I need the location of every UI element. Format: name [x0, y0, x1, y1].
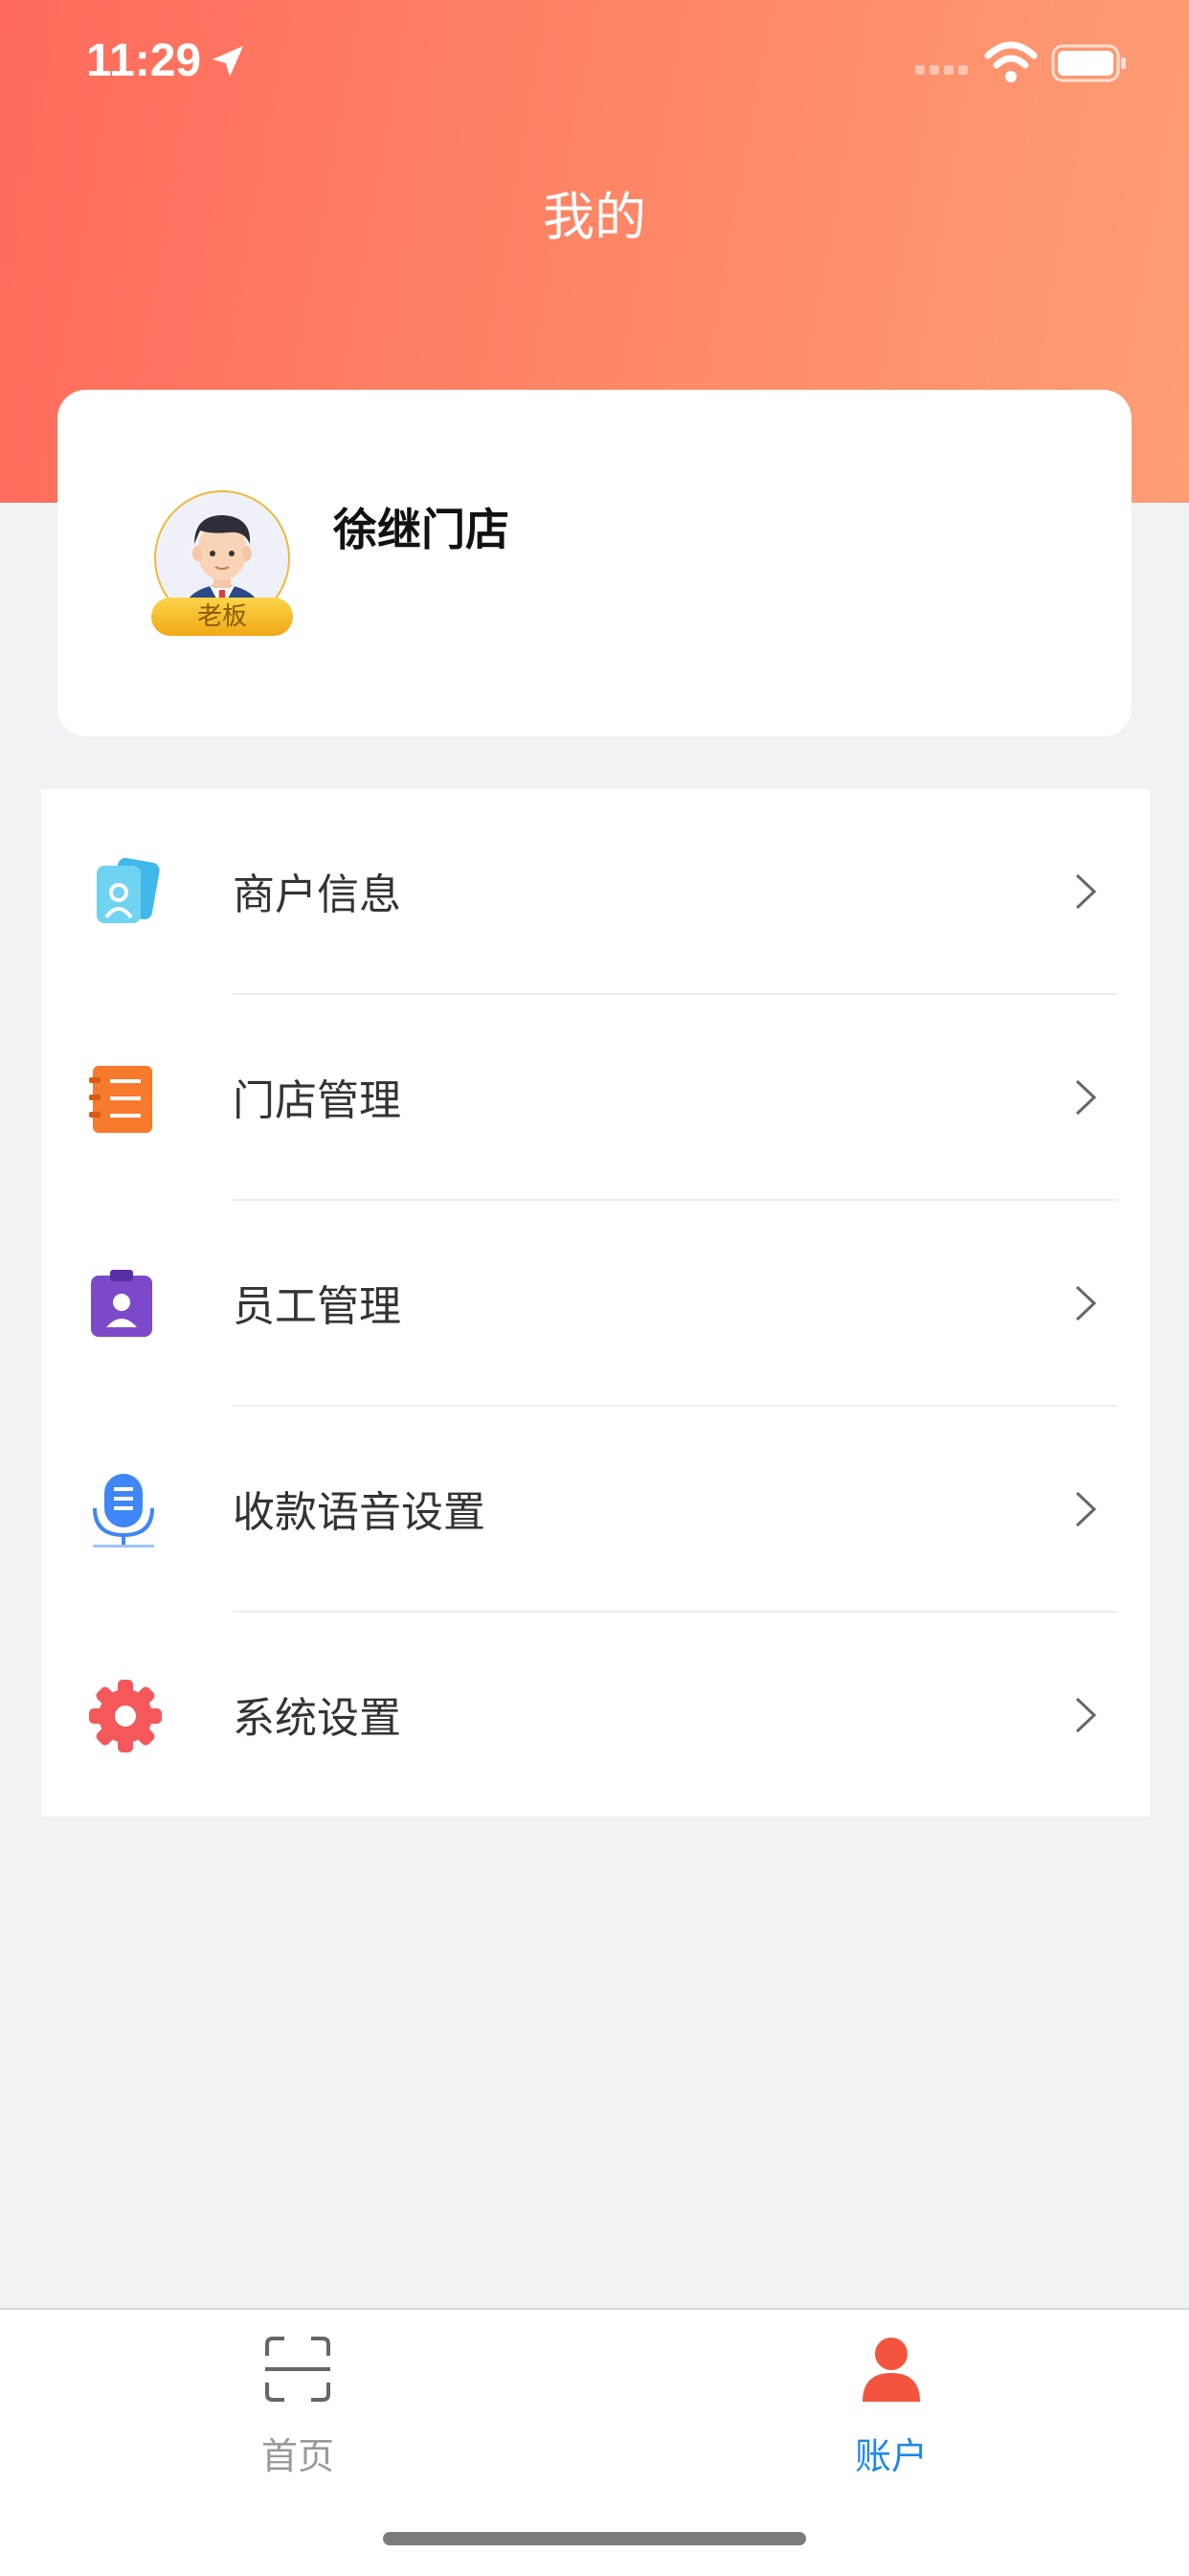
- chevron-right-icon: [1075, 1491, 1097, 1527]
- user-icon: [863, 2338, 920, 2402]
- menu-item-label: 商户信息: [233, 870, 401, 919]
- avatar[interactable]: 老板: [151, 490, 295, 645]
- chevron-right-icon: [1075, 1285, 1097, 1322]
- gear-icon: [89, 1680, 162, 1752]
- chevron-right-icon: [1075, 1697, 1097, 1733]
- menu-item-store-management[interactable]: 门店管理: [41, 995, 1150, 1201]
- tab-home-label: 首页: [260, 2435, 334, 2477]
- menu-item-label: 员工管理: [233, 1282, 401, 1331]
- tab-home[interactable]: 首页: [192, 2329, 403, 2477]
- profile-card[interactable]: 老板 徐继门店: [57, 390, 1132, 736]
- signal-icon: [915, 65, 968, 75]
- chevron-right-icon: [1075, 873, 1097, 910]
- chevron-right-icon: [1075, 1079, 1097, 1116]
- menu-item-system-settings[interactable]: 系统设置: [41, 1613, 1150, 1819]
- scan-icon: [265, 2337, 330, 2402]
- menu-item-label: 收款语音设置: [233, 1488, 485, 1537]
- menu-item-voice-settings[interactable]: 收款语音设置: [41, 1407, 1150, 1613]
- store-notebook-icon: [89, 1066, 152, 1133]
- status-bar: 11:29: [0, 0, 1189, 115]
- microphone-icon: [93, 1474, 154, 1548]
- home-indicator[interactable]: [383, 2532, 806, 2545]
- store-name: 徐继门店: [333, 504, 509, 555]
- menu-item-employee-management[interactable]: 员工管理: [41, 1201, 1150, 1407]
- location-arrow-icon: [213, 46, 243, 77]
- menu-item-label: 门店管理: [233, 1076, 401, 1125]
- battery-icon: [1051, 44, 1126, 82]
- merchant-card-icon: [97, 857, 160, 923]
- menu-list: 商户信息 门店管理 员工管理 收款语音设置 系统设置: [41, 789, 1150, 1817]
- wifi-icon: [984, 41, 1038, 82]
- menu-item-merchant-info[interactable]: 商户信息: [41, 789, 1150, 995]
- employee-badge-icon: [91, 1270, 152, 1337]
- menu-item-label: 系统设置: [233, 1694, 401, 1743]
- tab-account-label: 账户: [854, 2435, 928, 2477]
- status-time: 11:29: [86, 35, 202, 86]
- role-badge: 老板: [151, 598, 293, 636]
- page-title: 我的: [543, 187, 646, 247]
- tab-account[interactable]: 账户: [786, 2329, 997, 2477]
